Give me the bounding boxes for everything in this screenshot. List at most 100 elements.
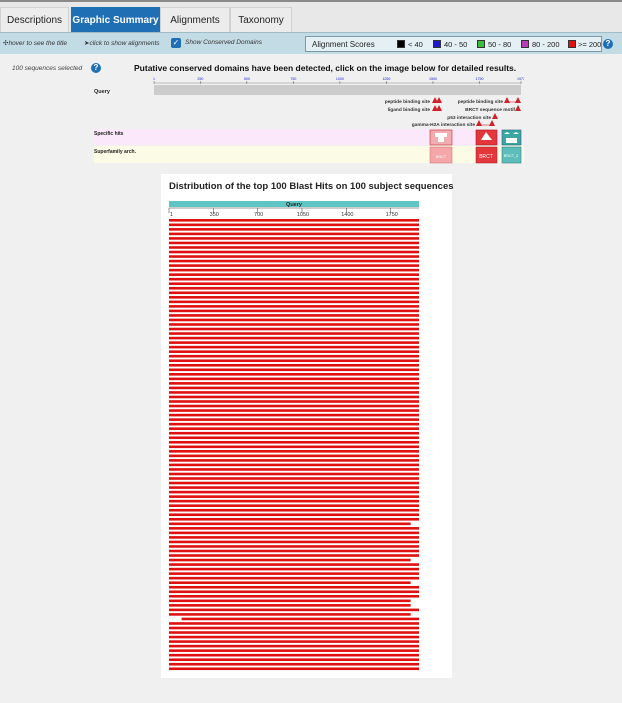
dist-hit-line — [169, 508, 419, 512]
cd-site-label-peptide-2: peptide binding site — [458, 99, 504, 105]
dist-hit-line — [169, 468, 419, 471]
dist-hit-line — [169, 440, 419, 444]
dist-hit-line — [169, 499, 419, 503]
dist-hit-line — [169, 413, 419, 417]
dist-hit-line — [169, 450, 419, 453]
dist-hit-line — [169, 223, 419, 227]
dist-hit-line — [169, 228, 419, 231]
dist-hit-line — [169, 572, 419, 575]
cd-specific-hits-label: Specific hits — [94, 131, 124, 137]
dist-hit-line — [169, 286, 419, 290]
cd-domain-superfamily-brct-2-faint[interactable]: BRCT — [475, 146, 498, 164]
legend-swatch-50-80 — [477, 40, 485, 48]
dist-hit-line — [169, 658, 419, 662]
dist-hit-line — [169, 454, 419, 458]
dist-hit-line — [169, 436, 419, 440]
dist-axis-tick-label: 1050 — [297, 212, 309, 218]
dist-hit-line — [169, 486, 419, 489]
cd-domain-brct2-specific[interactable] — [501, 129, 522, 146]
dist-hit-line — [169, 558, 411, 562]
legend-swatch-gte200 — [568, 40, 576, 48]
tab-alignments[interactable]: Alignments — [160, 7, 230, 33]
cd-domain-brct-specific-2[interactable] — [475, 129, 498, 146]
dist-axis-tick-label: 1400 — [341, 212, 353, 218]
cd-domain-brct-specific-1[interactable] — [429, 129, 453, 146]
dist-hit-line — [169, 459, 419, 462]
click-hint: ➤click to show alignments — [84, 40, 160, 47]
dist-hit-line — [169, 495, 419, 498]
distribution-title: Distribution of the top 100 Blast Hits o… — [169, 181, 454, 192]
dist-hit-line — [169, 259, 419, 263]
legend-help-icon[interactable]: ? — [603, 39, 613, 49]
dist-hit-line — [169, 314, 419, 317]
dist-hit-line — [169, 581, 411, 584]
dist-hit-line — [169, 536, 419, 539]
dist-hit-line — [169, 264, 419, 267]
dist-hit-line — [169, 626, 419, 630]
dist-hit-line — [169, 427, 419, 430]
legend-swatch-40-50 — [433, 40, 441, 48]
dist-hit-line — [169, 332, 419, 335]
dist-hit-line — [169, 237, 419, 240]
cd-query-label: Query — [94, 89, 111, 95]
cd-site-label-p53: p53 interaction site — [447, 115, 491, 121]
conserved-domains-notice: Putative conserved domains have been det… — [134, 63, 517, 73]
dist-hit-line — [169, 359, 419, 363]
dist-hit-line — [169, 241, 419, 245]
legend-title: Alignment Scores — [312, 40, 375, 49]
legend-label-lt40: < 40 — [408, 40, 423, 49]
dist-hit-line — [169, 554, 419, 557]
dist-hit-line — [169, 481, 419, 485]
dist-hit-line — [169, 576, 419, 580]
tab-graphic-summary[interactable]: Graphic Summary — [71, 7, 160, 33]
show-conserved-label[interactable]: Show Conserved Domains — [185, 39, 262, 46]
dist-hit-line — [169, 644, 419, 648]
dist-hit-line — [169, 445, 419, 449]
dist-hit-line — [169, 590, 419, 594]
dist-hit-line — [169, 649, 419, 652]
dist-hit-line — [169, 527, 419, 530]
show-conserved-checkbox[interactable]: ✓ — [171, 38, 181, 48]
dist-hit-line — [169, 490, 419, 494]
dist-hit-line — [169, 631, 419, 634]
cd-site-marker — [492, 113, 498, 119]
cd-axis-tick-label: 1000 — [336, 77, 344, 81]
dist-hit-lines — [169, 219, 419, 671]
legend-label-gte200: >= 200 — [578, 40, 602, 49]
dist-hit-line — [169, 522, 411, 526]
cd-domain-superfamily-brct-faint[interactable]: BRCT — [429, 146, 453, 164]
cd-site-label-ligand: ligand binding site — [388, 107, 431, 113]
dist-hit-line — [169, 622, 419, 625]
tab-descriptions[interactable]: Descriptions — [0, 7, 69, 33]
blast-hits-distribution-panel: Distribution of the top 100 Blast Hits o… — [161, 174, 454, 678]
cd-axis-tick-label: 1250 — [382, 77, 390, 81]
dist-hit-line — [169, 341, 419, 344]
dist-hit-line — [169, 255, 419, 258]
dist-hit-line — [169, 395, 419, 399]
dist-hit-line — [169, 549, 419, 553]
sequences-selected-count: 100 sequences selected — [12, 65, 83, 72]
dist-hit-line — [169, 232, 419, 236]
dist-hit-line — [169, 604, 411, 607]
tab-taxonomy[interactable]: Taxonomy — [230, 7, 292, 33]
cd-domain-superfamily-brct2[interactable]: BRCT_2 — [501, 146, 522, 164]
dist-axis-tick-label: 350 — [210, 212, 219, 218]
dist-hit-line — [169, 277, 419, 281]
dist-hit-line — [169, 305, 419, 308]
dist-hit-line — [169, 273, 419, 276]
conserved-domains-graphic[interactable]: Query 125050075010001250150017501973 pep… — [94, 76, 525, 164]
hits-distribution-svg: Query 1 350 700 1050 1400 1750 — [168, 201, 419, 671]
dist-hit-line — [169, 613, 411, 616]
dist-hit-line — [169, 309, 419, 313]
dist-hit-line — [169, 608, 419, 612]
legend-swatch-lt40 — [397, 40, 405, 48]
dist-hit-line — [169, 662, 419, 666]
dist-hit-line — [169, 653, 419, 657]
cd-site-marker — [436, 105, 442, 111]
dist-hit-line — [169, 400, 419, 403]
alignment-score-legend: Alignment Scores < 40 40 - 50 50 - 80 80… — [305, 36, 602, 52]
cd-axis-tick-label: 250 — [197, 77, 203, 81]
dist-hit-line — [169, 246, 419, 249]
cd-superfamily-label-2: BRCT — [479, 154, 493, 160]
selection-help-icon[interactable]: ? — [91, 63, 101, 73]
